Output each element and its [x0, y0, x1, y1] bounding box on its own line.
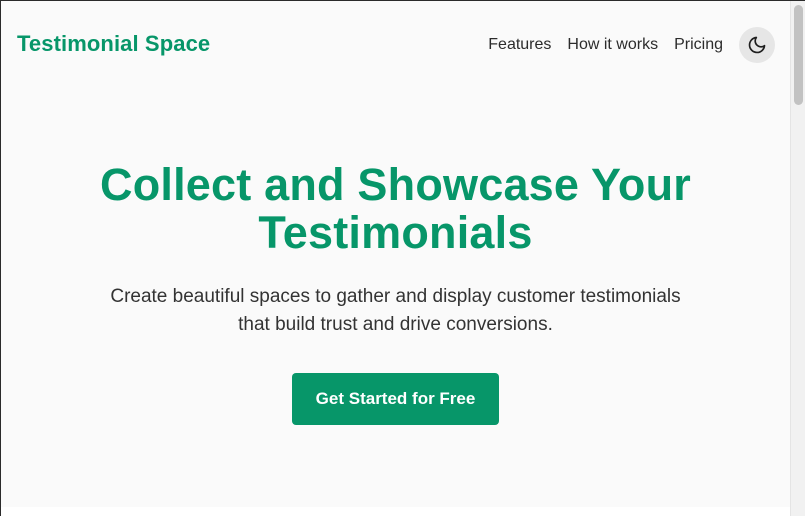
hero-subtitle-line-1: Create beautiful spaces to gather and di… — [110, 286, 681, 307]
site-header: Testimonial Space Features How it works … — [1, 1, 790, 89]
next-section-edge — [1, 507, 790, 516]
hero-subtitle: Create beautiful spaces to gather and di… — [66, 283, 726, 339]
main-nav: Features How it works Pricing — [488, 27, 775, 63]
hero-title-line-1: Collect and Showcase Your — [100, 159, 691, 210]
hero-subtitle-line-2: that build trust and drive conversions. — [238, 314, 553, 335]
landing-page: Testimonial Space Features How it works … — [1, 1, 790, 507]
nav-link-pricing[interactable]: Pricing — [674, 36, 723, 54]
scrollbar-thumb[interactable] — [794, 5, 803, 105]
nav-link-how-it-works[interactable]: How it works — [567, 36, 658, 54]
theme-toggle-button[interactable] — [739, 27, 775, 63]
hero-title-line-2: Testimonials — [258, 207, 533, 258]
get-started-button[interactable]: Get Started for Free — [291, 373, 500, 425]
browser-viewport: Testimonial Space Features How it works … — [0, 0, 805, 516]
vertical-scrollbar[interactable] — [790, 1, 805, 516]
moon-icon — [748, 36, 766, 54]
hero-title: Collect and Showcase Your Testimonials — [1, 161, 790, 257]
hero-section: Collect and Showcase Your Testimonials C… — [1, 161, 790, 425]
nav-link-features[interactable]: Features — [488, 36, 551, 54]
brand-logo[interactable]: Testimonial Space — [17, 31, 210, 57]
